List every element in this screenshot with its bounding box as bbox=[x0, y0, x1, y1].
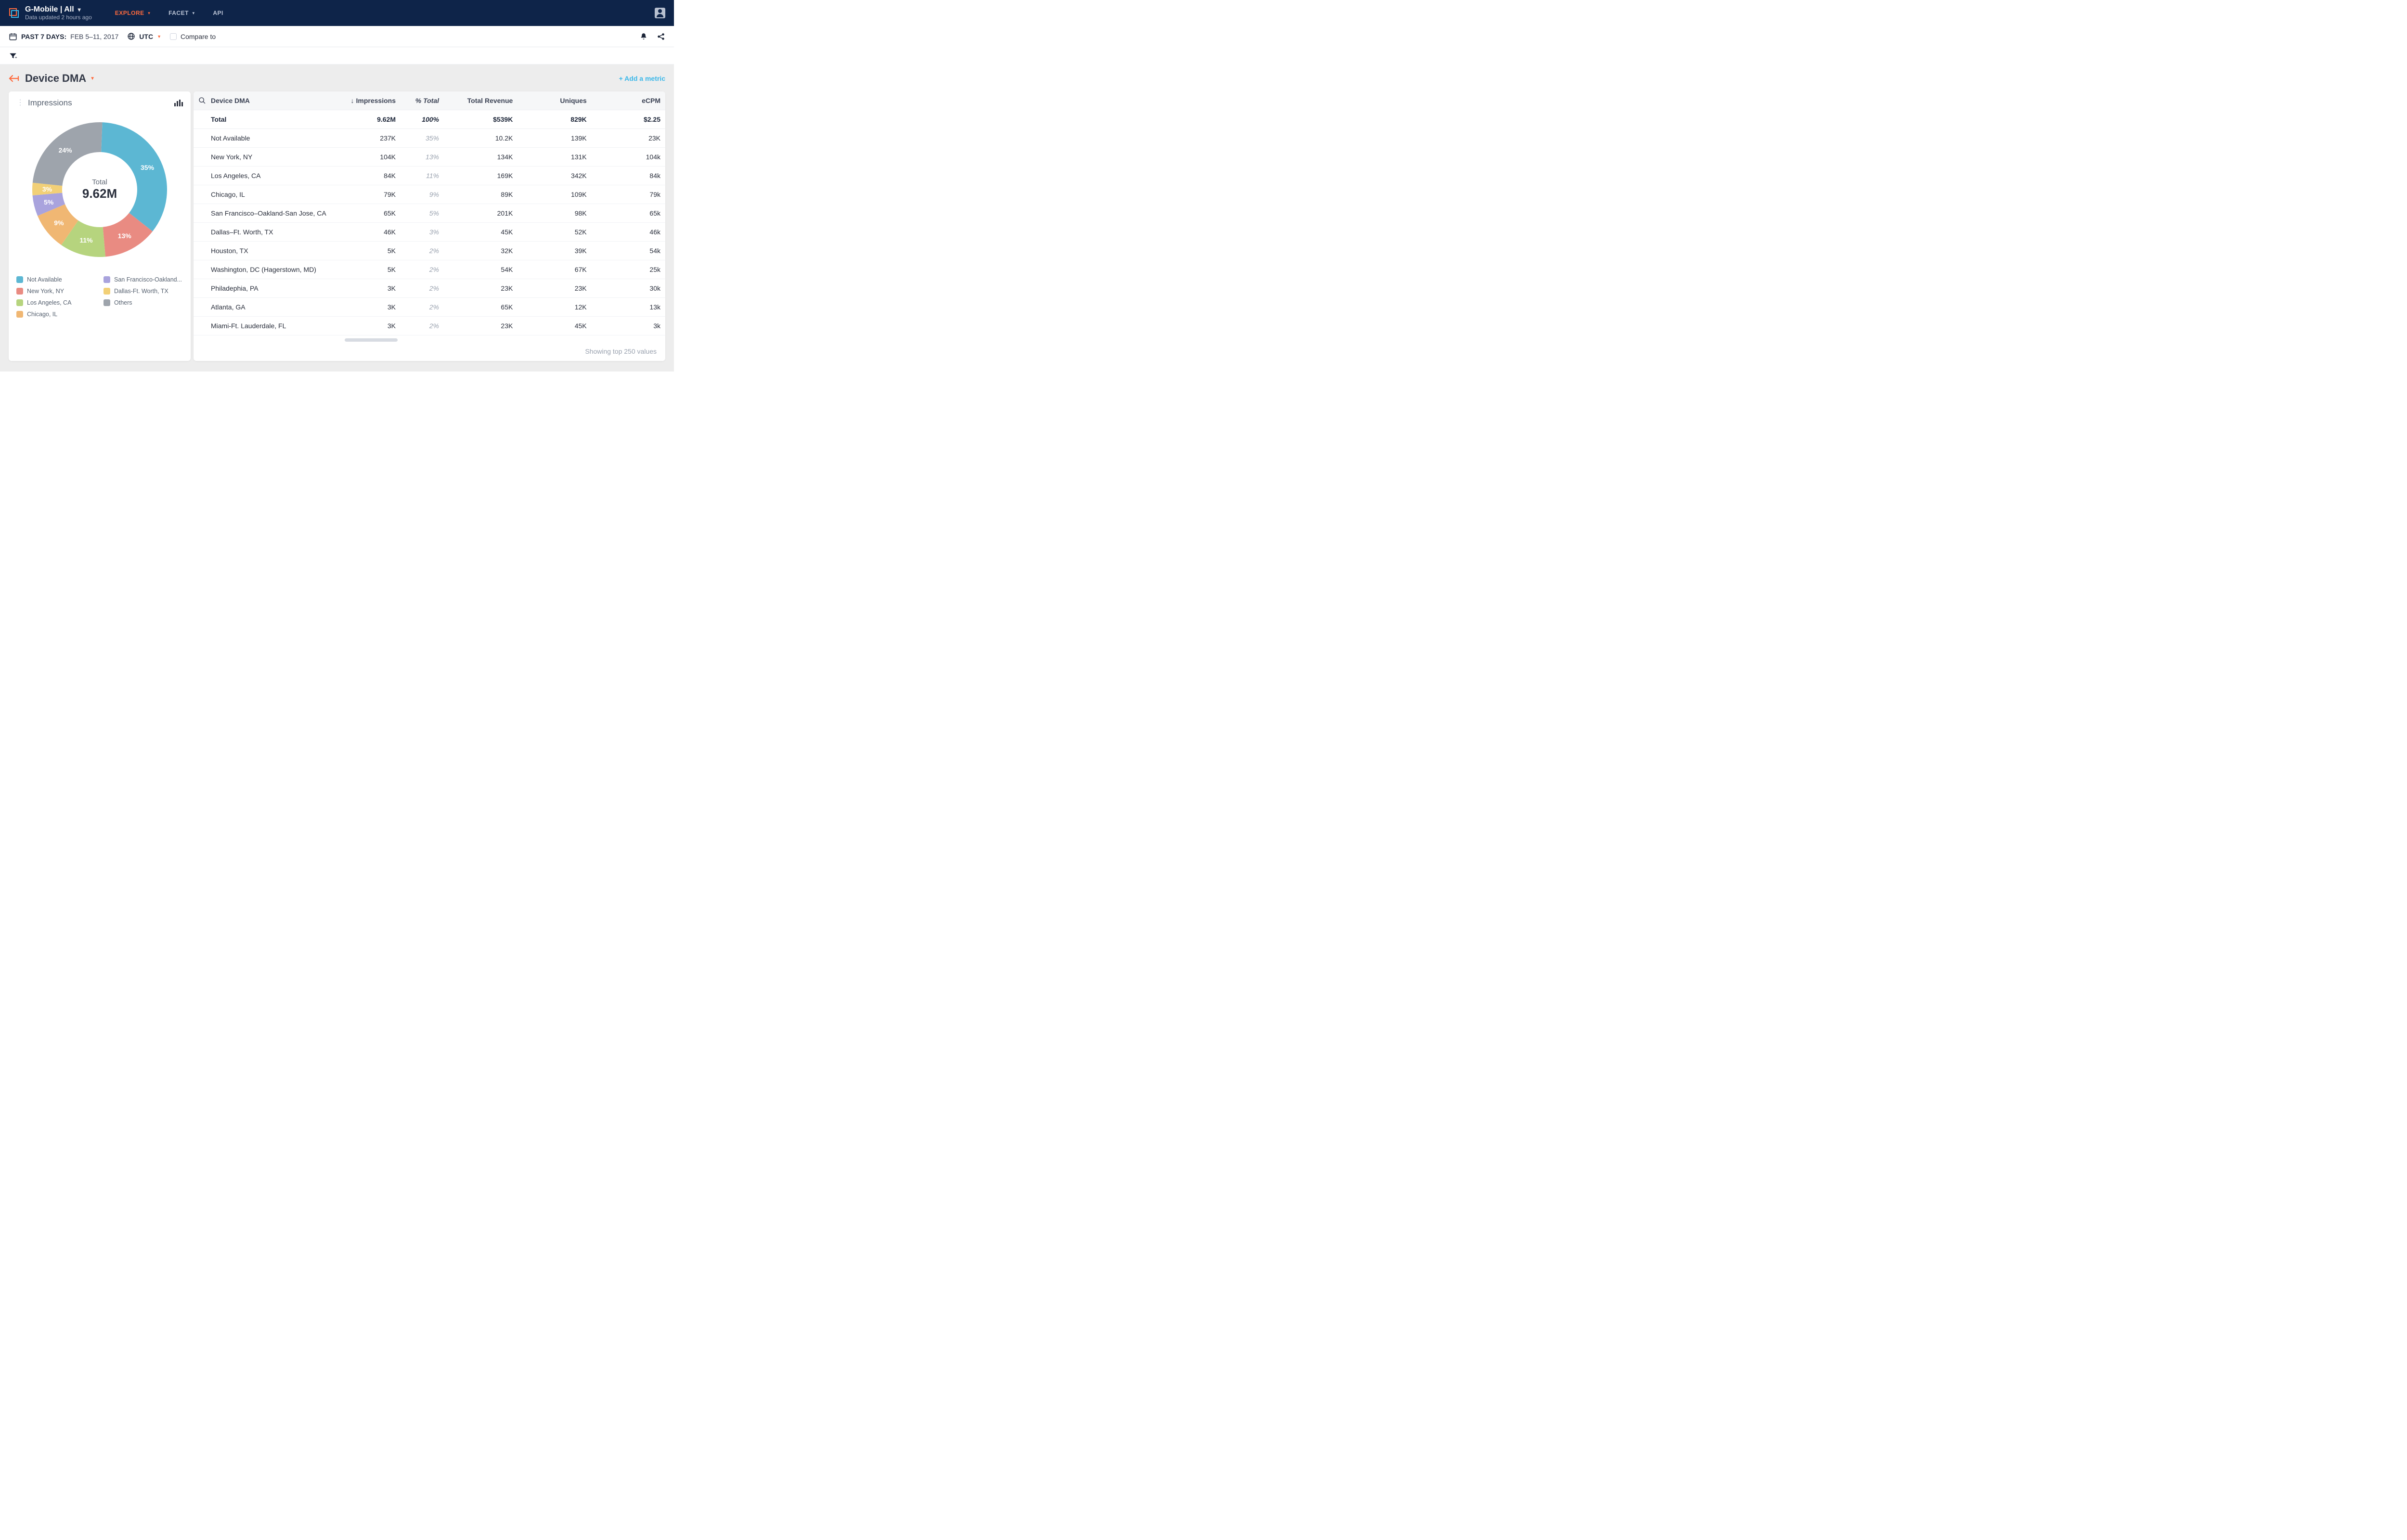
caret-down-icon: ▼ bbox=[90, 76, 95, 81]
tab-explore[interactable]: EXPLORE▼ bbox=[115, 10, 151, 16]
legend-swatch bbox=[16, 311, 23, 318]
data-table-panel: Device DMA ↓Impressions % Total Total Re… bbox=[194, 91, 665, 361]
col-pct-total[interactable]: % Total bbox=[401, 91, 444, 110]
col-impressions[interactable]: ↓Impressions bbox=[343, 91, 401, 110]
legend-label: Not Available bbox=[27, 276, 62, 283]
table-row[interactable]: San Francisco–Oakland-San Jose, CA65K5%2… bbox=[194, 204, 665, 223]
calendar-icon bbox=[9, 32, 17, 41]
col-dma[interactable]: Device DMA bbox=[194, 91, 343, 110]
legend-item[interactable]: Dallas-Ft. Worth, TX bbox=[104, 288, 183, 295]
table-row[interactable]: Not Available237K35%10.2K139K23K bbox=[194, 129, 665, 148]
page-title-dropdown[interactable]: Device DMA ▼ bbox=[25, 72, 95, 85]
tab-facet[interactable]: FACET▼ bbox=[168, 10, 195, 16]
table-row[interactable]: Washington, DC (Hagerstown, MD)5K2%54K67… bbox=[194, 260, 665, 279]
col-ecpm[interactable]: eCPM bbox=[592, 91, 665, 110]
date-range-picker[interactable]: PAST 7 DAYS: FEB 5–11, 2017 bbox=[9, 32, 118, 41]
table-row[interactable]: Chicago, IL79K9%89K109K79k bbox=[194, 185, 665, 204]
legend-swatch bbox=[104, 288, 110, 295]
donut-chart: Total 9.62M 35% 13% 11% 9% 5% 3% 24% bbox=[32, 122, 167, 257]
donut-segment-label: 5% bbox=[44, 198, 53, 206]
caret-down-icon: ▼ bbox=[147, 11, 151, 15]
app-logo-icon bbox=[9, 8, 19, 18]
table-total-row: Total9.62M100%$539K829K$2.25 bbox=[194, 110, 665, 129]
donut-center-value: 9.62M bbox=[82, 186, 117, 201]
legend-swatch bbox=[104, 299, 110, 306]
donut-segment-label: 11% bbox=[79, 236, 92, 244]
legend-label: Chicago, IL bbox=[27, 311, 57, 318]
chart-type-icon[interactable] bbox=[174, 100, 183, 106]
date-toolbar: PAST 7 DAYS: FEB 5–11, 2017 UTC ▼ Compar… bbox=[0, 26, 674, 47]
sort-desc-icon: ↓ bbox=[351, 97, 354, 104]
donut-segment-label: 24% bbox=[59, 146, 72, 154]
page-title: Device DMA bbox=[25, 72, 86, 85]
legend-label: Others bbox=[114, 299, 132, 306]
table-footer: Showing top 250 values bbox=[194, 342, 665, 361]
data-freshness-label: Data updated 2 hours ago bbox=[25, 14, 92, 21]
filter-add-icon[interactable]: + bbox=[9, 51, 17, 60]
legend-swatch bbox=[104, 276, 110, 283]
col-uniques[interactable]: Uniques bbox=[518, 91, 591, 110]
content-area: Device DMA ▼ + Add a metric ⋮ Impression… bbox=[0, 64, 674, 372]
share-icon[interactable] bbox=[657, 32, 665, 41]
col-revenue[interactable]: Total Revenue bbox=[444, 91, 518, 110]
donut-center-label: Total bbox=[92, 178, 107, 186]
table-row[interactable]: New York, NY104K13%134K131K104k bbox=[194, 148, 665, 167]
top-navbar: G-Mobile | All ▾ Data updated 2 hours ag… bbox=[0, 0, 674, 26]
horizontal-scrollbar[interactable] bbox=[345, 338, 398, 342]
donut-segment-label: 9% bbox=[54, 219, 64, 227]
legend-item[interactable]: San Francisco-Oakland... bbox=[104, 276, 183, 283]
legend-item[interactable]: Others bbox=[104, 299, 183, 306]
table-row[interactable]: Atlanta, GA3K2%65K12K13k bbox=[194, 298, 665, 317]
data-table: Device DMA ↓Impressions % Total Total Re… bbox=[194, 91, 665, 342]
legend-label: San Francisco-Oakland... bbox=[114, 276, 182, 283]
legend-swatch bbox=[16, 276, 23, 283]
donut-segment-label: 3% bbox=[42, 185, 52, 193]
legend-label: New York, NY bbox=[27, 288, 64, 295]
globe-icon bbox=[127, 32, 135, 40]
filter-strip: + bbox=[0, 47, 674, 64]
timezone-value: UTC bbox=[139, 33, 153, 40]
table-row[interactable]: Miami-Ft. Lauderdale, FL3K2%23K45K3k bbox=[194, 317, 665, 335]
table-row[interactable]: Philadephia, PA3K2%23K23K30k bbox=[194, 279, 665, 298]
table-row[interactable]: Houston, TX5K2%32K39K54k bbox=[194, 242, 665, 260]
legend-item[interactable]: Chicago, IL bbox=[16, 311, 96, 318]
table-row[interactable]: Boston, MA-Manchester, NH2K2%24K21K2k bbox=[194, 335, 665, 342]
tab-api[interactable]: API bbox=[213, 10, 223, 16]
legend-swatch bbox=[16, 288, 23, 295]
legend-item[interactable]: Not Available bbox=[16, 276, 96, 283]
caret-down-icon: ▼ bbox=[192, 11, 195, 15]
legend-label: Los Angeles, CA bbox=[27, 299, 71, 306]
chart-legend: Not Available New York, NY Los Angeles, CA… bbox=[16, 276, 183, 318]
legend-swatch bbox=[16, 299, 23, 306]
app-title: G-Mobile | All bbox=[25, 5, 74, 14]
chevron-down-icon: ▾ bbox=[78, 6, 81, 13]
compare-to-toggle[interactable]: Compare to bbox=[170, 33, 216, 40]
timezone-picker[interactable]: UTC ▼ bbox=[127, 32, 161, 40]
back-arrow-icon[interactable] bbox=[9, 75, 19, 82]
search-icon[interactable] bbox=[198, 97, 206, 104]
bell-icon[interactable] bbox=[639, 32, 648, 41]
user-avatar-icon[interactable] bbox=[655, 8, 665, 18]
checkbox-icon[interactable] bbox=[170, 33, 177, 40]
date-range-label: PAST 7 DAYS: bbox=[21, 33, 66, 40]
app-title-dropdown[interactable]: G-Mobile | All ▾ bbox=[25, 5, 92, 14]
legend-item[interactable]: New York, NY bbox=[16, 288, 96, 295]
table-row[interactable]: Dallas–Ft. Worth, TX46K3%45K52K46k bbox=[194, 223, 665, 242]
drag-handle-icon[interactable]: ⋮ bbox=[16, 99, 24, 107]
add-metric-button[interactable]: + Add a metric bbox=[619, 75, 665, 82]
donut-segment-label: 35% bbox=[141, 164, 154, 171]
caret-down-icon: ▼ bbox=[157, 34, 161, 39]
svg-text:+: + bbox=[15, 55, 17, 60]
compare-label: Compare to bbox=[181, 33, 216, 40]
panel-title: Impressions bbox=[28, 98, 72, 108]
date-range-value: FEB 5–11, 2017 bbox=[70, 33, 118, 40]
legend-label: Dallas-Ft. Worth, TX bbox=[114, 288, 168, 295]
donut-segment-label: 13% bbox=[118, 232, 131, 240]
impressions-panel: ⋮ Impressions Total 9.62M 35% 13% 11% 9% 5% 3… bbox=[9, 91, 191, 361]
table-row[interactable]: Los Angeles, CA84K11%169K342K84k bbox=[194, 167, 665, 185]
legend-item[interactable]: Los Angeles, CA bbox=[16, 299, 96, 306]
